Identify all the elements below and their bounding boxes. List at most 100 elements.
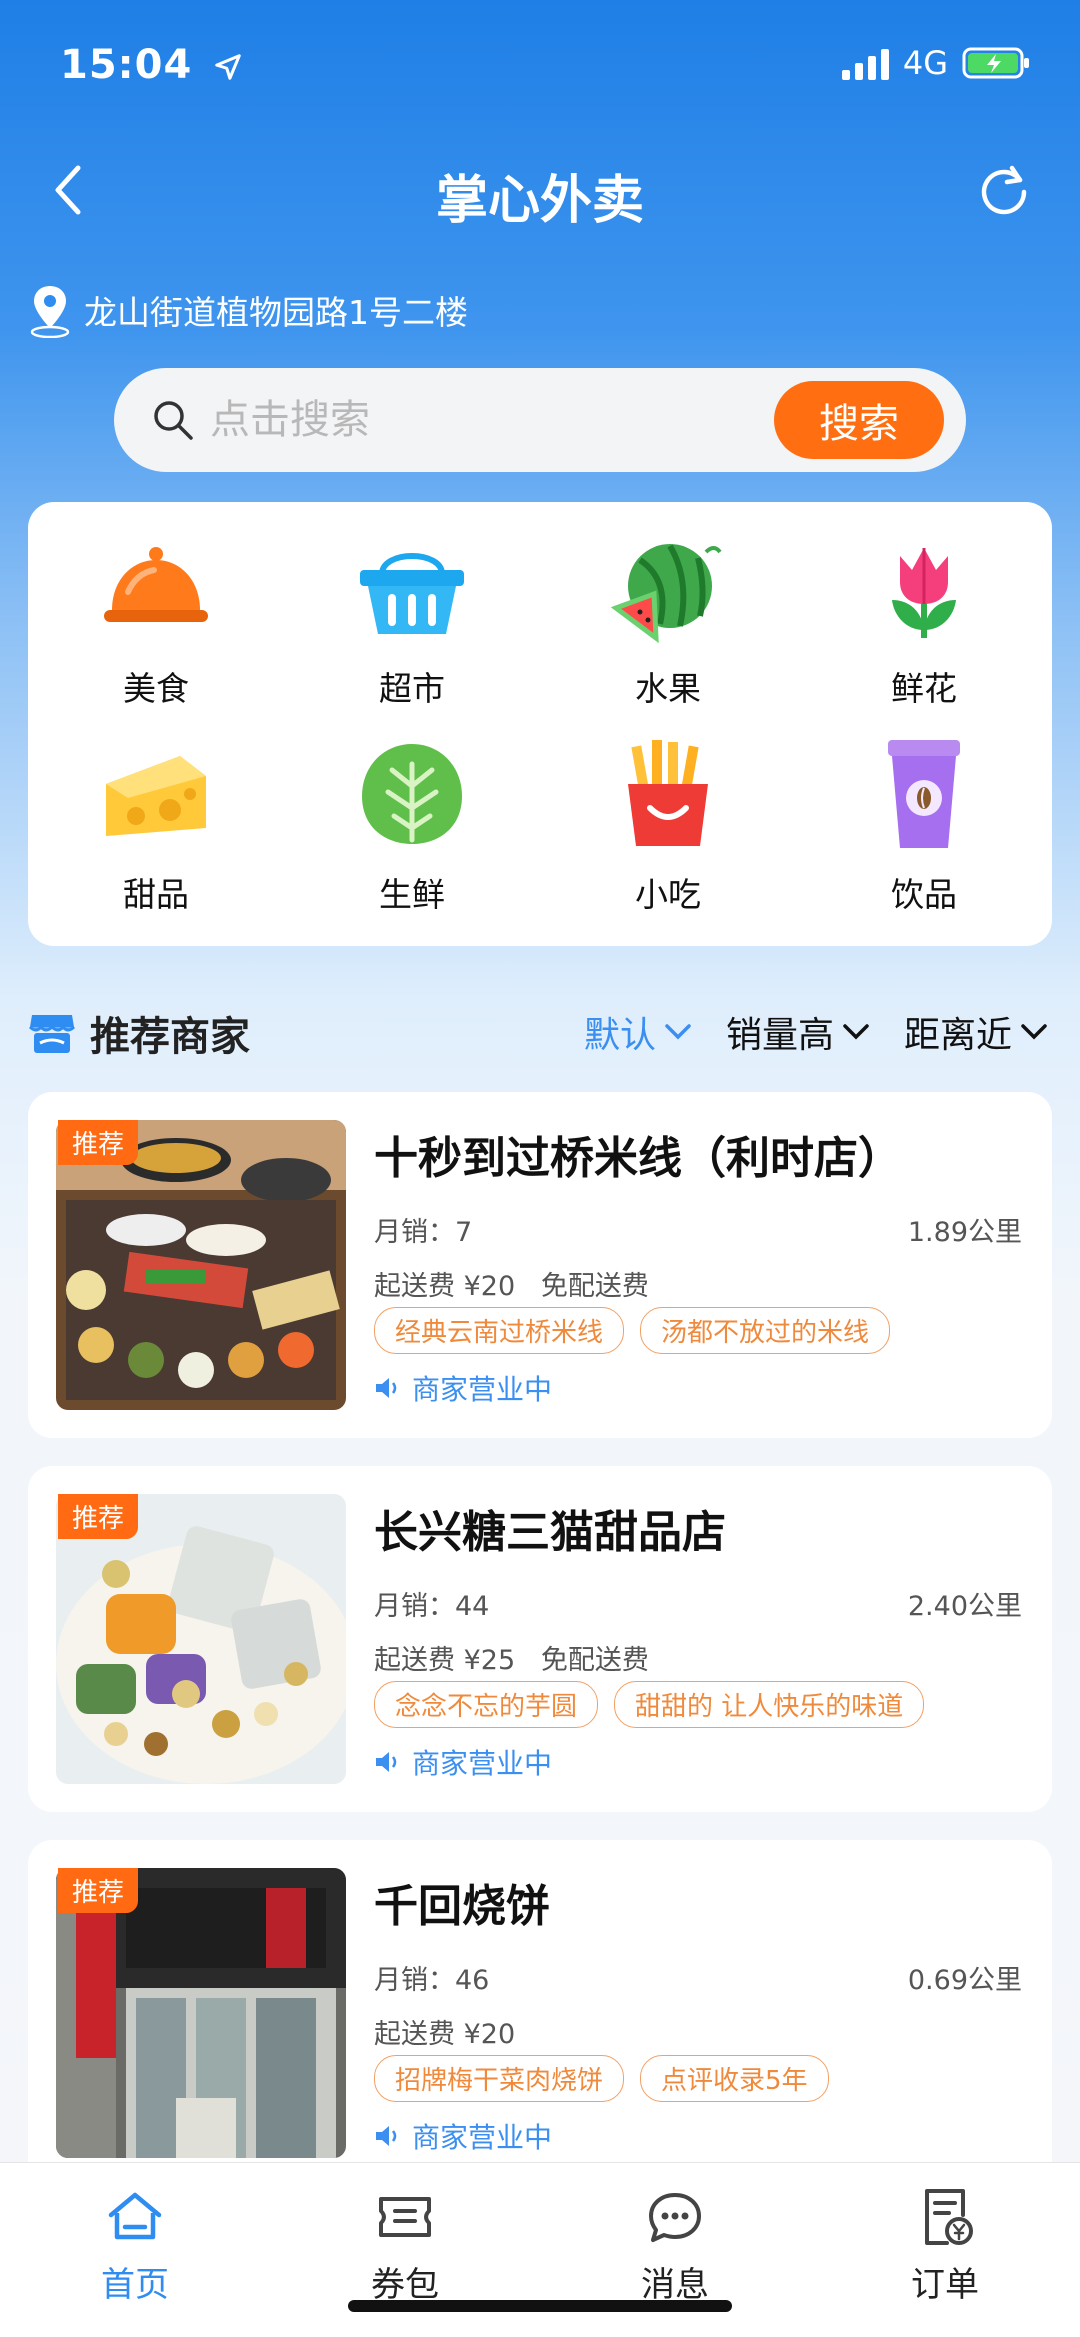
refresh-icon[interactable]	[976, 162, 1032, 218]
location-address: 龙山街道植物园路1号二楼	[84, 293, 468, 332]
shop-tag: 念念不忘的芋圆	[374, 1681, 599, 1728]
watermelon-icon	[610, 544, 722, 644]
monthly-sales: 月销：44	[374, 1591, 490, 1622]
category-fruit[interactable]: 水果	[540, 530, 796, 710]
nav-label: 首页	[101, 2265, 169, 2305]
category-label: 超市	[379, 669, 445, 708]
lettuce-icon	[362, 744, 462, 844]
shop-tags: 念念不忘的芋圆 甜甜的 让人快乐的味道	[374, 1681, 925, 1728]
nav-label: 订单	[911, 2265, 979, 2305]
nav-label: 券包	[371, 2265, 439, 2305]
recommend-badge: 推荐	[58, 1868, 139, 1913]
location-arrow-icon	[215, 54, 242, 80]
shop-name: 长兴糖三猫甜品店	[374, 1507, 726, 1558]
sort-tabs: 默认 销量高 距离近	[584, 1006, 1048, 1058]
shop-distance: 1.89公里	[907, 1217, 1022, 1248]
category-fresh[interactable]: 生鲜	[284, 736, 540, 916]
order-icon	[925, 2189, 973, 2245]
store-icon	[28, 1015, 76, 1053]
category-food[interactable]: 美食	[28, 530, 284, 710]
home-indicator	[348, 2300, 732, 2312]
category-panel: 美食 超市 水果 鲜花 甜品 生鲜 小吃 饮品	[28, 502, 1052, 946]
speaker-icon	[376, 1378, 397, 1398]
section-title: 推荐商家	[90, 1014, 250, 1060]
shop-status-text: 商家营业中	[412, 1747, 553, 1780]
shop-card[interactable]: 推荐 千回烧饼 月销：46 0.69公里 起送费 ¥20 招牌梅干菜肉烧饼 点评…	[28, 1840, 1052, 2186]
category-label: 水果	[635, 669, 701, 708]
category-drinks[interactable]: 饮品	[796, 736, 1052, 916]
shop-tag: 经典云南过桥米线	[374, 1307, 625, 1354]
shop-card[interactable]: 推荐 十秒到过桥米线（利时店） 月销：7 1.89公里 起送费 ¥20 免配送费…	[28, 1092, 1052, 1438]
delivery-info: 起送费 ¥20	[374, 2019, 516, 2050]
shop-tag: 点评收录5年	[640, 2055, 829, 2102]
search-input[interactable]	[210, 397, 774, 443]
shop-name: 千回烧饼	[374, 1881, 550, 1932]
speaker-icon	[376, 2126, 397, 2146]
basket-icon	[360, 553, 464, 634]
search-button[interactable]: 搜索	[774, 381, 944, 459]
battery-icon	[962, 47, 1029, 79]
search-bar: 搜索	[114, 368, 966, 472]
signal-icon	[841, 46, 889, 80]
shop-status-text: 商家营业中	[412, 2121, 553, 2154]
category-label: 饮品	[891, 875, 957, 914]
shop-tag: 招牌梅干菜肉烧饼	[374, 2055, 625, 2102]
ticket-icon	[379, 2197, 431, 2237]
shop-tags: 经典云南过桥米线 汤都不放过的米线	[374, 1307, 891, 1354]
shop-status: 商家营业中	[374, 1368, 552, 1408]
status-time-text: 15:04	[60, 42, 193, 88]
shop-card[interactable]: 推荐 长兴糖三猫甜品店 月销：44 2.40公里 起送费 ¥25 免配送费 念念…	[28, 1466, 1052, 1812]
tulip-icon	[892, 548, 956, 638]
monthly-sales: 月销：46	[374, 1965, 490, 1996]
category-label: 甜品	[123, 875, 189, 914]
category-label: 鲜花	[891, 669, 957, 708]
cloche-icon	[104, 547, 208, 622]
shop-distance: 2.40公里	[907, 1591, 1022, 1622]
chevron-down-icon	[1021, 1024, 1047, 1040]
sort-tab-label: 销量高	[725, 1015, 834, 1056]
category-flowers[interactable]: 鲜花	[796, 530, 1052, 710]
recommend-badge: 推荐	[58, 1120, 139, 1165]
coffee-cup-icon	[888, 740, 960, 848]
shop-tag: 甜甜的 让人快乐的味道	[614, 1681, 925, 1728]
category-snacks[interactable]: 小吃	[540, 736, 796, 916]
section-header: 推荐商家	[28, 1004, 250, 1062]
sort-distance-tab[interactable]: 距离近	[904, 1006, 1048, 1058]
monthly-sales: 月销：7	[374, 1217, 473, 1248]
network-label: 4G	[902, 44, 948, 82]
cheese-icon	[106, 756, 206, 836]
shop-status: 商家营业中	[374, 1742, 552, 1782]
shop-name: 十秒到过桥米线（利时店）	[374, 1133, 902, 1184]
shop-status-text: 商家营业中	[412, 1373, 553, 1406]
page-title: 掌心外卖	[435, 171, 644, 231]
speaker-icon	[376, 1752, 397, 1772]
home-icon	[108, 2192, 162, 2240]
shop-tags: 招牌梅干菜肉烧饼 点评收录5年	[374, 2055, 829, 2102]
chevron-down-icon	[843, 1024, 869, 1040]
category-label: 美食	[123, 669, 189, 708]
fries-icon	[628, 740, 708, 846]
shop-distance: 0.69公里	[907, 1965, 1022, 1996]
chevron-down-icon	[665, 1024, 691, 1040]
category-supermarket[interactable]: 超市	[284, 530, 540, 710]
delivery-info: 起送费 ¥25 免配送费	[374, 1645, 649, 1676]
sort-tab-label: 距离近	[903, 1015, 1012, 1056]
category-label: 小吃	[635, 875, 701, 914]
nav-orders[interactable]: 订单	[810, 2163, 1080, 2337]
sort-tab-label: 默认	[583, 1015, 656, 1056]
category-dessert[interactable]: 甜品	[28, 736, 284, 916]
nav-home[interactable]: 首页	[0, 2163, 270, 2337]
delivery-info: 起送费 ¥20 免配送费	[374, 1271, 649, 1302]
map-pin-icon	[30, 286, 70, 338]
recommend-badge: 推荐	[58, 1494, 139, 1539]
sort-sales-tab[interactable]: 销量高	[726, 1006, 870, 1058]
chat-icon	[649, 2193, 701, 2242]
shop-tag: 汤都不放过的米线	[640, 1307, 891, 1354]
shop-status: 商家营业中	[374, 2116, 552, 2156]
location-bar[interactable]: 龙山街道植物园路1号二楼	[28, 282, 468, 338]
status-time: 15:04	[60, 42, 243, 88]
category-label: 生鲜	[379, 875, 445, 914]
sort-default-tab[interactable]: 默认	[584, 1006, 692, 1058]
nav-label: 消息	[641, 2265, 709, 2305]
search-icon	[154, 401, 193, 440]
